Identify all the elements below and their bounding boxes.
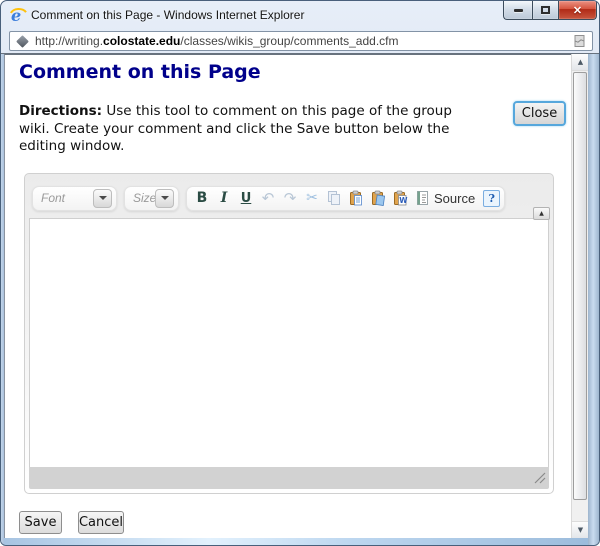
size-combo[interactable]: Size [124,185,179,211]
titlebar[interactable]: e Comment on this Page - Windows Interne… [1,1,599,29]
compatibility-view-icon[interactable] [574,34,586,48]
source-icon [417,191,428,205]
size-combo-arrow-button[interactable] [155,188,174,208]
close-icon: ✕ [572,4,583,17]
paste-from-word-icon[interactable]: W [389,187,411,209]
undo-icon[interactable]: ↶ [257,187,279,209]
scroll-up-arrow-icon: ▲ [577,58,584,66]
help-button[interactable]: ? [483,189,501,207]
font-combo-label: Font [41,191,66,205]
editor-toolbar: Font Size B I U ↶ ↷ ✂ W Source ? ▲ [29,178,550,220]
question-mark-icon: ? [488,191,495,205]
chevron-down-icon [160,196,169,200]
window-border-right [588,54,599,545]
page-title: Comment on this Page [19,61,261,83]
toolbar-collapse-button[interactable]: ▲ [533,207,550,220]
save-button[interactable]: Save [19,511,62,534]
italic-button[interactable]: I [213,187,235,209]
address-input[interactable]: http://writing. colostate.edu/classes/wik… [9,31,593,51]
scroll-down-arrow-icon: ▼ [577,526,584,534]
address-bar: http://writing. colostate.edu/classes/wik… [1,29,599,54]
svg-text:W: W [399,196,408,205]
ie-logo-icon: e [10,6,27,24]
collapse-arrow-icon: ▲ [539,210,544,217]
cut-icon[interactable]: ✂ [301,187,323,209]
directions-label: Directions: [19,103,103,119]
browser-window: e Comment on this Page - Windows Interne… [0,0,600,546]
minimize-icon [513,8,523,12]
resize-handle-icon[interactable] [533,471,546,484]
chevron-down-icon [98,196,107,200]
bold-button[interactable]: B [191,187,213,209]
rich-text-editor: Font Size B I U ↶ ↷ ✂ W Source ? ▲ [24,173,554,494]
maximize-icon [541,6,550,14]
window-title: Comment on this Page - Windows Internet … [31,8,305,22]
directions-line-2: wiki. Create your comment and click the … [19,120,450,137]
window-border-left [1,54,4,545]
window-border-bottom [4,538,588,545]
vertical-scrollbar[interactable]: ▲ ▼ [571,54,589,538]
paste-icon[interactable] [345,187,367,209]
window-close-button[interactable]: ✕ [559,1,597,20]
maximize-button[interactable] [532,1,559,20]
directions-line-1: Directions: Use this tool to comment on … [19,103,452,119]
paste-plain-text-icon[interactable] [367,187,389,209]
copy-icon[interactable] [323,187,345,209]
cancel-button[interactable]: Cancel [78,511,124,534]
scrollbar-thumb[interactable] [573,72,587,500]
source-button-label: Source [434,190,476,206]
directions-text: Directions: Use this tool to comment on … [19,103,452,156]
scroll-down-button[interactable]: ▼ [572,521,589,538]
screen: e Comment on this Page - Windows Interne… [0,0,600,546]
source-button[interactable]: Source [411,190,479,206]
url-domain: colostate.edu [103,34,181,48]
redo-icon[interactable]: ↷ [279,187,301,209]
url-prefix: http://writing. [35,34,104,48]
window-controls: ✕ [503,1,597,20]
scroll-up-button[interactable]: ▲ [572,54,589,71]
editor-status-bar [29,467,549,489]
address-site-icon [16,34,29,48]
page-viewport: Comment on this Page Directions: Use thi… [4,54,571,538]
directions-line-3: editing window. [19,138,125,154]
url-path: /classes/wikis_group/comments_add.cfm [180,34,399,48]
font-combo-arrow-button[interactable] [93,188,112,208]
editor-content-area[interactable] [29,218,549,467]
minimize-button[interactable] [503,1,532,20]
size-combo-label: Size [133,191,157,205]
format-button-group: B I U ↶ ↷ ✂ W Source ? [186,185,506,211]
underline-button[interactable]: U [235,187,257,209]
close-button[interactable]: Close [513,101,566,126]
font-combo[interactable]: Font [32,185,117,211]
